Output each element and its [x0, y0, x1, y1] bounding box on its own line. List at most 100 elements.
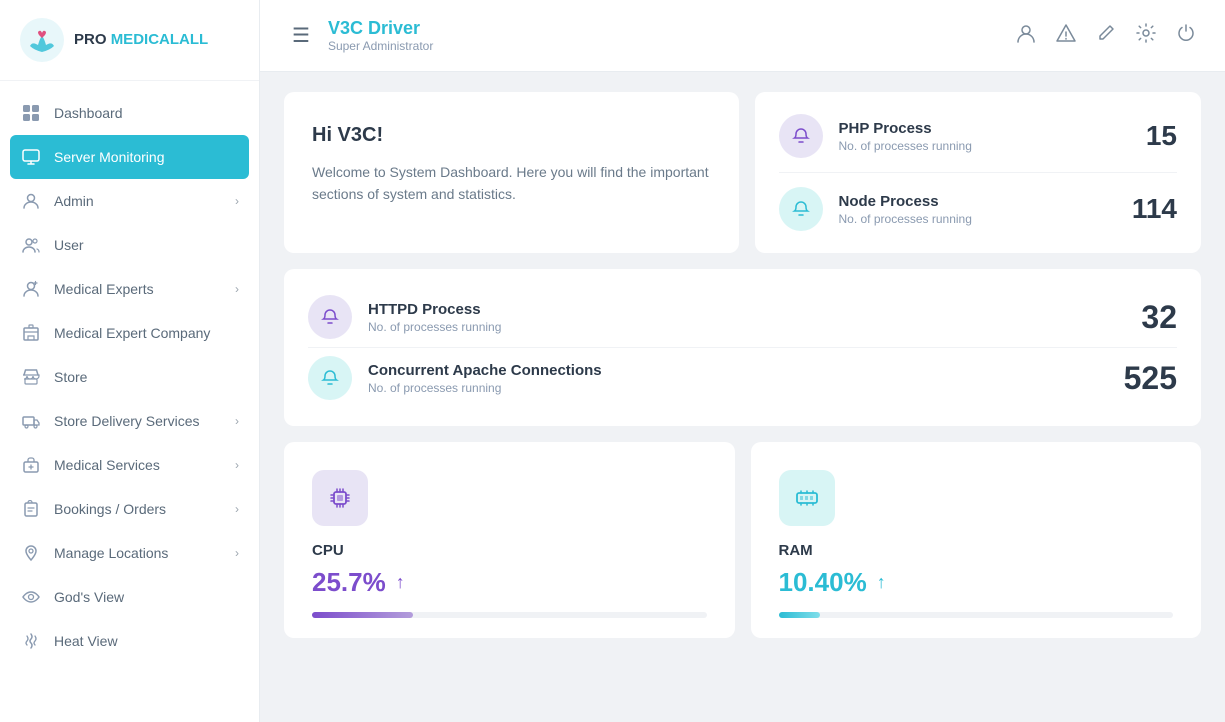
cpu-up-arrow: ↑ — [396, 572, 405, 593]
bottom-row: CPU 25.7% ↑ — [284, 442, 1201, 638]
ram-progress-fill — [779, 612, 820, 618]
eye-icon — [20, 586, 42, 608]
header-title-area: V3C Driver Super Administrator — [328, 18, 433, 53]
person-group-icon — [20, 234, 42, 256]
ram-value: 10.40% ↑ — [779, 567, 1174, 598]
sidebar-item-admin[interactable]: Admin › — [0, 179, 259, 223]
node-process-item: Node Process No. of processes running 11… — [779, 187, 1178, 231]
cpu-card: CPU 25.7% ↑ — [284, 442, 735, 638]
logo-area: PRO MEDICALALL — [0, 0, 259, 81]
sidebar-item-store-delivery[interactable]: Store Delivery Services › — [0, 399, 259, 443]
heat-icon — [20, 630, 42, 652]
cpu-progress-fill — [312, 612, 413, 618]
sidebar-item-label: Medical Expert Company — [54, 325, 210, 341]
httpd-process-name: HTTPD Process — [368, 301, 1125, 318]
cpu-icon — [326, 484, 354, 512]
medical-bag-icon — [20, 454, 42, 476]
sidebar-item-label: Medical Services — [54, 457, 160, 473]
person-icon — [20, 190, 42, 212]
main-area: ☰ V3C Driver Super Administrator — [260, 0, 1225, 722]
chevron-icon: › — [235, 458, 239, 472]
power-icon[interactable] — [1175, 22, 1197, 49]
node-process-sub: No. of processes running — [839, 212, 1116, 226]
medical-icon — [20, 278, 42, 300]
location-icon — [20, 542, 42, 564]
welcome-message: Welcome to System Dashboard. Here you wi… — [312, 161, 711, 206]
sidebar-navigation: Dashboard Server Monitoring Admin › User — [0, 81, 259, 722]
sidebar-item-server-monitoring[interactable]: Server Monitoring — [10, 135, 249, 179]
sidebar-item-label: Heat View — [54, 633, 118, 649]
header-title: V3C Driver — [328, 18, 433, 39]
php-process-name: PHP Process — [839, 120, 1130, 137]
sidebar-item-label: Bookings / Orders — [54, 501, 166, 517]
delivery-icon — [20, 410, 42, 432]
sidebar-item-label: Store Delivery Services — [54, 413, 200, 429]
cpu-icon-wrap — [312, 470, 368, 526]
store-icon — [20, 366, 42, 388]
header: ☰ V3C Driver Super Administrator — [260, 0, 1225, 72]
clipboard-icon — [20, 498, 42, 520]
sidebar-item-bookings[interactable]: Bookings / Orders › — [0, 487, 259, 531]
sidebar-item-label: God's View — [54, 589, 124, 605]
content-area: Hi V3C! Welcome to System Dashboard. Her… — [260, 72, 1225, 722]
node-icon-wrap — [779, 187, 823, 231]
node-process-info: Node Process No. of processes running — [839, 193, 1116, 226]
httpd-apache-card: HTTPD Process No. of processes running 3… — [284, 269, 1201, 426]
php-process-info: PHP Process No. of processes running — [839, 120, 1130, 153]
php-process-count: 15 — [1146, 120, 1177, 152]
httpd-process-sub: No. of processes running — [368, 320, 1125, 334]
cpu-progress-bg — [312, 612, 707, 618]
apache-process-name: Concurrent Apache Connections — [368, 362, 1108, 379]
ram-icon — [793, 484, 821, 512]
cpu-label: CPU — [312, 542, 707, 559]
sidebar-item-user[interactable]: User — [0, 223, 259, 267]
header-subtitle: Super Administrator — [328, 39, 433, 53]
bell-httpd-icon — [320, 307, 340, 327]
sidebar-item-medical-experts[interactable]: Medical Experts › — [0, 267, 259, 311]
sidebar-item-label: User — [54, 237, 84, 253]
ram-icon-wrap — [779, 470, 835, 526]
sidebar-item-manage-locations[interactable]: Manage Locations › — [0, 531, 259, 575]
edit-icon[interactable] — [1095, 22, 1117, 49]
bell-icon — [791, 126, 811, 146]
process-divider — [779, 172, 1178, 173]
chevron-icon: › — [235, 194, 239, 208]
top-row: Hi V3C! Welcome to System Dashboard. Her… — [284, 92, 1201, 253]
php-process-item: PHP Process No. of processes running 15 — [779, 114, 1178, 158]
httpd-process-item: HTTPD Process No. of processes running 3… — [308, 287, 1177, 347]
httpd-process-info: HTTPD Process No. of processes running — [368, 301, 1125, 334]
ram-card: RAM 10.40% ↑ — [751, 442, 1202, 638]
cpu-value: 25.7% ↑ — [312, 567, 707, 598]
sidebar-item-gods-view[interactable]: God's View — [0, 575, 259, 619]
php-process-sub: No. of processes running — [839, 139, 1130, 153]
sidebar-item-medical-expert-company[interactable]: Medical Expert Company — [0, 311, 259, 355]
node-process-count: 114 — [1132, 193, 1177, 225]
logo-text-area: PRO MEDICALALL — [74, 31, 208, 49]
hamburger-button[interactable]: ☰ — [288, 19, 314, 52]
apache-process-item: Concurrent Apache Connections No. of pro… — [308, 348, 1177, 408]
sidebar-item-label: Store — [54, 369, 87, 385]
sidebar-item-medical-services[interactable]: Medical Services › — [0, 443, 259, 487]
sidebar-item-heat-view[interactable]: Heat View — [0, 619, 259, 663]
apache-process-info: Concurrent Apache Connections No. of pro… — [368, 362, 1108, 395]
apache-icon-wrap — [308, 356, 352, 400]
apache-process-count: 525 — [1124, 360, 1177, 397]
ram-up-arrow: ↑ — [877, 572, 886, 593]
httpd-icon-wrap — [308, 295, 352, 339]
logo-text: PRO MEDICALALL — [74, 31, 208, 48]
sidebar-item-label: Medical Experts — [54, 281, 154, 297]
warning-icon[interactable] — [1055, 22, 1077, 49]
node-process-name: Node Process — [839, 193, 1116, 210]
header-left: ☰ V3C Driver Super Administrator — [288, 18, 433, 53]
httpd-process-count: 32 — [1141, 299, 1177, 336]
monitor-icon — [20, 146, 42, 168]
header-icons — [1015, 22, 1197, 49]
ram-percentage: 10.40% — [779, 567, 867, 598]
bell-apache-icon — [320, 368, 340, 388]
user-icon[interactable] — [1015, 22, 1037, 49]
php-icon-wrap — [779, 114, 823, 158]
sidebar-item-dashboard[interactable]: Dashboard — [0, 91, 259, 135]
settings-icon[interactable] — [1135, 22, 1157, 49]
cpu-percentage: 25.7% — [312, 567, 386, 598]
sidebar-item-store[interactable]: Store — [0, 355, 259, 399]
